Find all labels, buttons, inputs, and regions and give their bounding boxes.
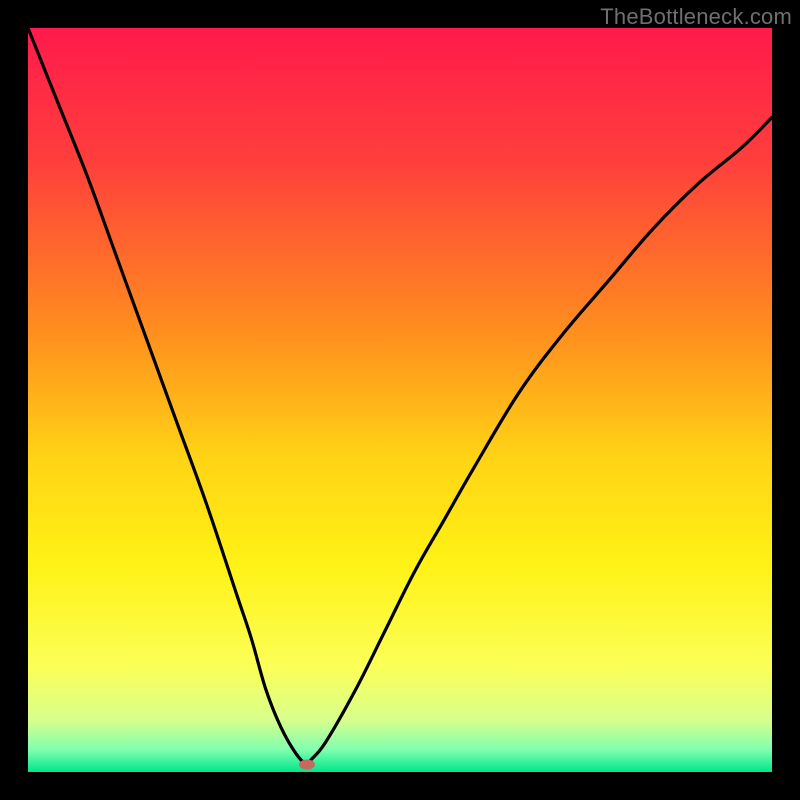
bottleneck-chart xyxy=(28,28,772,772)
minimum-marker xyxy=(299,760,315,770)
watermark-text: TheBottleneck.com xyxy=(600,4,792,30)
gradient-background xyxy=(28,28,772,772)
chart-frame xyxy=(28,28,772,772)
